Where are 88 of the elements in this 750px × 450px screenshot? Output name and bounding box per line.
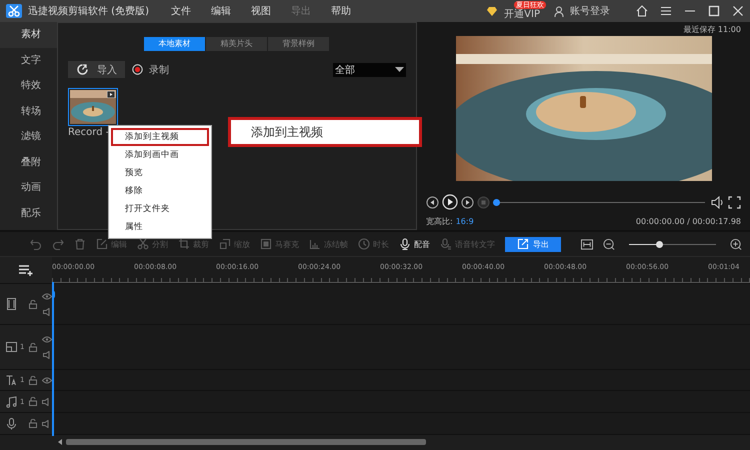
eye-icon[interactable] [42, 336, 52, 342]
speaker-icon[interactable] [42, 308, 52, 316]
sidebar-item[interactable]: 配乐 [0, 200, 57, 226]
login-link[interactable]: 账号登录 [570, 4, 610, 18]
callout-label: 添加到主视频 [228, 117, 422, 147]
delete-icon [74, 238, 86, 250]
zoom-icon [219, 238, 231, 250]
mosaic-icon [260, 238, 272, 250]
undo-icon [30, 238, 42, 250]
sidebar-item[interactable]: 特效 [0, 73, 57, 98]
context-menu-item[interactable]: 添加到画中画 [111, 146, 209, 164]
media-tab[interactable]: 背景样例 [268, 37, 329, 51]
sidebar-item[interactable]: 素材 [0, 22, 57, 48]
video-thumbnail-drawing [70, 90, 116, 124]
eye-icon[interactable] [42, 292, 52, 300]
sidebar-item[interactable]: 滤镜 [0, 124, 57, 150]
voiceover-button[interactable]: 配音 [399, 238, 430, 250]
video-track-icon [6, 298, 17, 310]
previous-frame-icon[interactable] [426, 196, 439, 208]
scissors-logo-icon [6, 4, 22, 18]
pip-track-icon [6, 341, 17, 353]
voice-track-icon [6, 418, 17, 430]
sidebar-item[interactable]: 文字 [0, 48, 57, 73]
lock-icon[interactable] [29, 342, 37, 352]
zoom-out-icon[interactable] [603, 238, 616, 250]
clip-thumbnail[interactable] [68, 88, 118, 126]
zoom-slider-handle[interactable] [656, 240, 664, 248]
scroll-left-icon[interactable] [58, 439, 63, 445]
context-menu-item[interactable]: 打开文件夹 [111, 200, 209, 218]
last-saved-text: 最近保存 11:00 [682, 24, 741, 35]
vip-link[interactable]: 开通VIP [504, 9, 540, 20]
duration-icon [358, 238, 370, 250]
import-icon [76, 63, 89, 76]
edit-icon [96, 238, 108, 250]
eye-icon[interactable] [42, 376, 52, 384]
menu-item[interactable]: 帮助 [330, 4, 351, 18]
lock-icon[interactable] [29, 376, 37, 384]
sidebar-item[interactable]: 转场 [0, 98, 57, 124]
fit-timeline-icon[interactable] [581, 238, 594, 250]
sidebar-item[interactable]: 叠附 [0, 150, 57, 175]
context-menu-item[interactable]: 属性 [111, 218, 209, 236]
next-frame-icon[interactable] [461, 196, 474, 208]
crop-icon [178, 238, 190, 250]
export-icon [517, 238, 529, 250]
lock-icon[interactable] [29, 300, 37, 308]
menu-item[interactable]: 文件 [170, 4, 191, 18]
media-tab[interactable]: 精美片头 [206, 37, 267, 51]
maximize-icon[interactable] [708, 5, 720, 17]
music-track-icon [6, 396, 17, 408]
user-icon [554, 6, 564, 16]
play-icon[interactable] [442, 194, 458, 210]
lock-icon[interactable] [29, 397, 37, 406]
home-icon[interactable] [636, 5, 648, 17]
playback-time: 00:00:00.00 / 00:00:17.98 [636, 217, 741, 226]
fullscreen-icon[interactable] [728, 196, 741, 208]
split-icon [137, 238, 149, 250]
speaker-icon[interactable] [42, 398, 51, 406]
diamond-icon [486, 6, 498, 16]
speaker-icon[interactable] [42, 350, 52, 358]
media-tab[interactable]: 本地素材 [144, 37, 205, 51]
text-track-icon [6, 374, 17, 386]
close-icon[interactable] [732, 5, 744, 17]
menu-item[interactable]: 编辑 [210, 4, 231, 18]
record-button[interactable]: 录制 [132, 62, 169, 76]
speech-icon [440, 238, 452, 250]
filter-dropdown[interactable]: 全部 [333, 62, 406, 76]
menu-icon[interactable] [660, 5, 672, 17]
redo-icon [52, 238, 64, 250]
lock-icon[interactable] [29, 419, 37, 428]
video-type-icon [107, 91, 115, 98]
zoom-in-icon[interactable] [730, 238, 742, 250]
aspect-ratio-value[interactable]: 16:9 [456, 217, 474, 226]
sidebar-item[interactable]: 动画 [0, 175, 57, 200]
volume-icon[interactable] [711, 196, 725, 208]
import-button[interactable]: 导入 [68, 61, 125, 78]
speaker-icon[interactable] [42, 420, 51, 428]
context-menu-item[interactable]: 预览 [111, 164, 209, 182]
context-menu-item[interactable]: 移除 [111, 182, 209, 200]
context-menu-item[interactable]: 添加到主视频 [111, 128, 209, 146]
export-button[interactable]: 导出 [505, 236, 561, 252]
window-title: 迅捷视频剪辑软件 (免费版) [28, 4, 149, 18]
progress-handle[interactable] [493, 198, 500, 206]
aspect-ratio-label: 宽高比: [426, 216, 453, 227]
add-track-icon[interactable] [18, 264, 34, 276]
record-icon [132, 64, 143, 75]
caret-icon [395, 67, 404, 72]
menu-item[interactable]: 视图 [250, 4, 271, 18]
voiceover-icon [399, 238, 411, 250]
